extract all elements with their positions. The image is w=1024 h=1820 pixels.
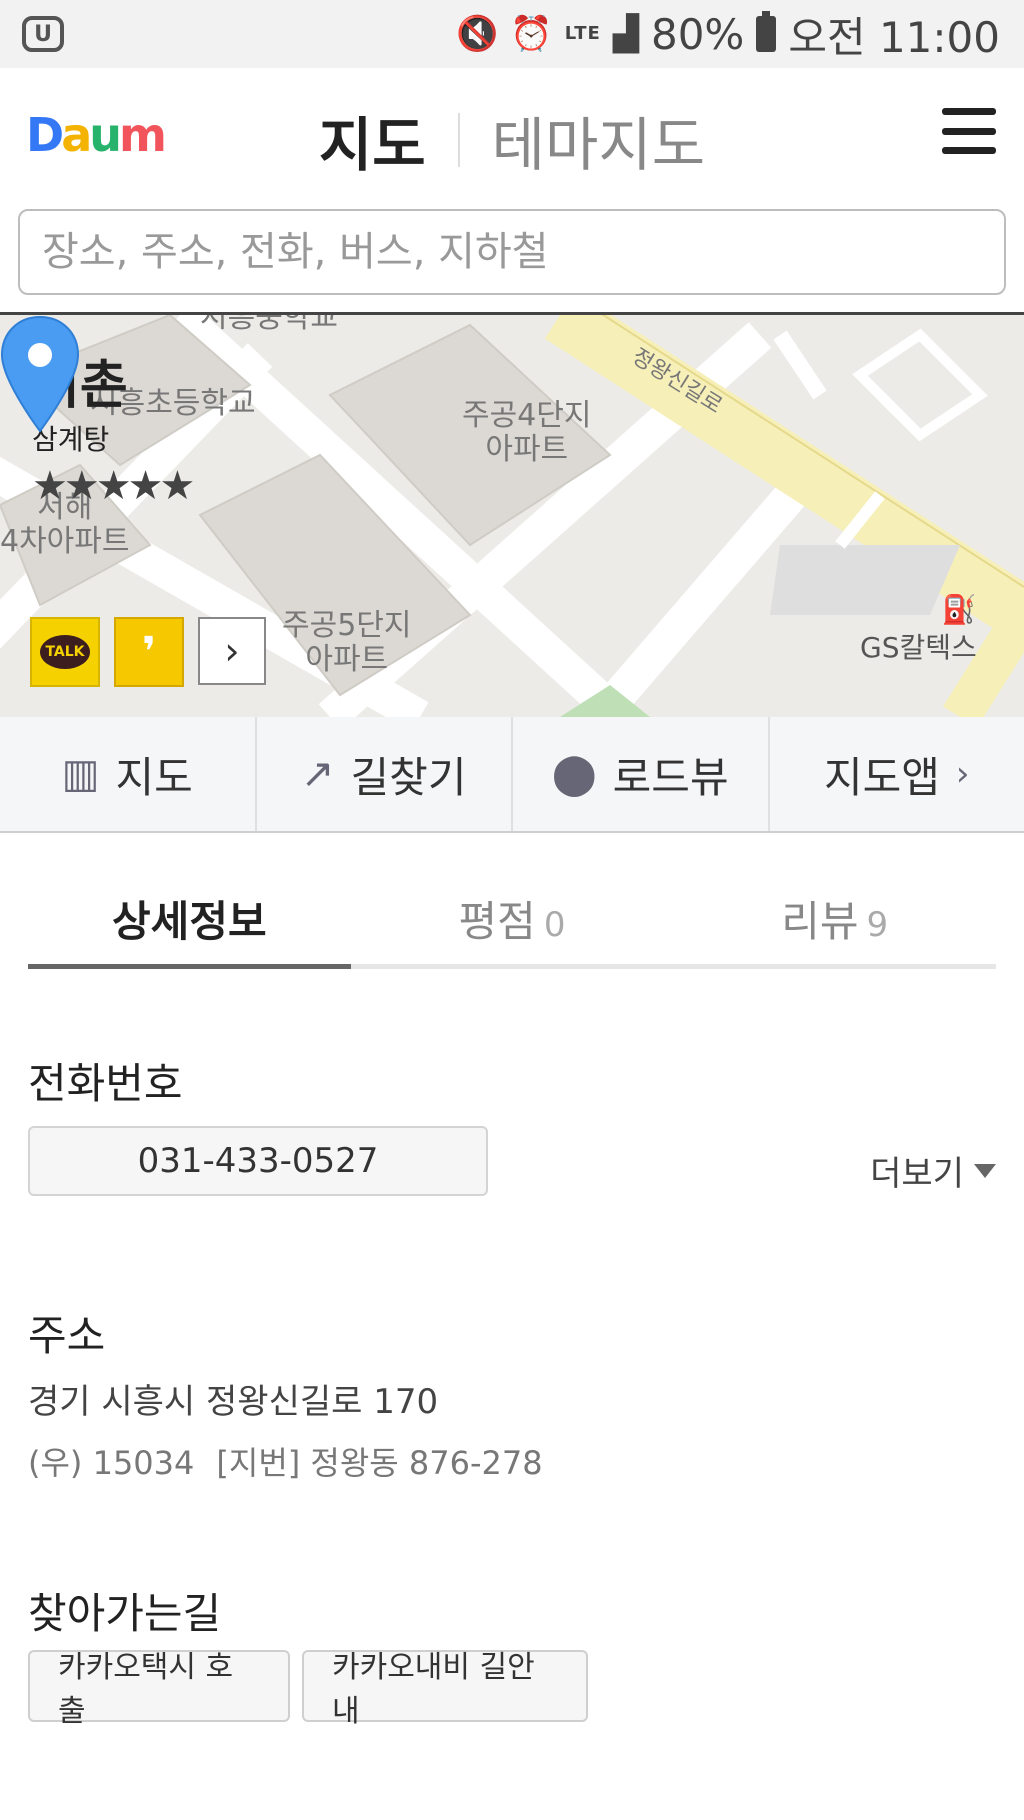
gas-station-label: ⛽ GS칼텍스 (860, 593, 977, 666)
phone-title: 전화번호 (28, 1059, 183, 1108)
battery-icon (756, 11, 777, 52)
kakao-taxi-button[interactable]: 카카오택시 호출 (28, 1650, 290, 1729)
search-box (18, 209, 1006, 295)
share-more-button[interactable]: › (198, 617, 266, 685)
tab-rating[interactable]: 평점 0 (351, 880, 674, 964)
gas-station-icon: ⛽ (941, 593, 977, 626)
action-bar: ▥ 지도 ↗ 길찾기 ⬤ 로드뷰 지도앱 › (0, 717, 1024, 833)
tab-theme-map[interactable]: 테마지도 (492, 98, 705, 182)
kakao-navi-button[interactable]: 카카오내비 길안내 (302, 1650, 588, 1729)
action-map-app-label: 지도앱 (823, 752, 940, 802)
action-map[interactable]: ▥ 지도 (0, 717, 257, 831)
map-label-jugong5-apt: 아파트 (305, 642, 389, 677)
kakaostory-icon: ❜ (142, 629, 156, 675)
location-pin-icon (0, 315, 80, 433)
postal-lot-address: (우) 15034 [지번] 정왕동 876-278 (28, 1438, 565, 1484)
kakaotalk-share-button[interactable]: TALK (30, 617, 100, 687)
chevron-right-icon: › (955, 754, 970, 794)
chevron-right-icon: › (224, 629, 240, 673)
map-label-jugong5: 주공5단지 아파트 (282, 609, 412, 677)
tab-detail-info[interactable]: 상세정보 (28, 880, 351, 969)
status-bar: U 🔇 ⏰ LTE ▟ 80% 오전 11:00 (0, 0, 1024, 68)
share-buttons: TALK ❜ › (30, 617, 266, 687)
app-notification-icon: U (22, 16, 64, 52)
lot-address: [지번] 정왕동 876-278 (216, 1444, 543, 1482)
more-label: 더보기 (870, 1154, 964, 1194)
action-roadview-label: 로드뷰 (612, 752, 729, 802)
more-button[interactable]: 더보기 (870, 1146, 996, 1195)
tab-review[interactable]: 리뷰 9 (673, 880, 996, 964)
nav-tabs: 지도 테마지도 (0, 98, 1024, 182)
action-roadview[interactable]: ⬤ 로드뷰 (513, 717, 770, 831)
tab-map[interactable]: 지도 (319, 98, 426, 182)
map-label-4th-apt: 4차아파트 (0, 524, 130, 559)
detail-tabs: 상세정보 평점 0 리뷰 9 (28, 880, 996, 969)
tab-rating-label: 평점 (458, 897, 536, 946)
signal-icon: ▟ (612, 14, 639, 54)
address-title: 주소 (28, 1311, 106, 1360)
roadview-icon: ⬤ (551, 751, 597, 797)
lte-icon: LTE (564, 23, 601, 44)
action-map-app[interactable]: 지도앱 › (770, 717, 1024, 831)
caret-down-icon (974, 1163, 996, 1178)
hamburger-menu-icon[interactable] (942, 108, 996, 154)
road-address: 경기 시흥시 정왕신길로 170 (28, 1382, 439, 1422)
search-input[interactable] (20, 211, 1004, 293)
action-directions[interactable]: ↗ 길찾기 (257, 717, 513, 831)
map-label-jugong4-apt: 아파트 (485, 432, 569, 467)
battery-percent: 80% (650, 9, 745, 59)
map-label-jugong5-name: 주공5단지 (282, 608, 412, 643)
kakaostory-share-button[interactable]: ❜ (114, 617, 184, 687)
map-label-school-top: 시흥중학교 (200, 315, 338, 335)
header: Daum 지도 테마지도 (0, 68, 1024, 202)
tab-divider (457, 113, 460, 167)
action-map-label: 지도 (115, 752, 193, 802)
alarm-icon: ⏰ (510, 14, 553, 54)
action-directions-label: 길찾기 (350, 752, 467, 802)
postal-code: (우) 15034 (28, 1444, 195, 1482)
gas-station-name: GS칼텍스 (860, 631, 977, 664)
tab-review-label: 리뷰 (781, 897, 859, 946)
route-icon: ↗ (301, 751, 335, 797)
clock: 오전 11:00 (788, 12, 1000, 62)
map-label-jugong4: 주공4단지 아파트 (462, 399, 592, 467)
map-view[interactable]: 시흥중학교 시흥초등학교 서해 4차아파트 주공4단지 아파트 주공5단지 아파트 정… (0, 315, 1024, 717)
tab-detail-info-label: 상세정보 (112, 897, 267, 946)
map-label-jugong4-name: 주공4단지 (462, 398, 592, 433)
tab-review-count: 9 (866, 905, 889, 945)
kakaotalk-icon: TALK (40, 635, 90, 669)
mute-icon: 🔇 (456, 14, 499, 54)
directions-title: 찾아가는길 (28, 1589, 222, 1638)
tab-rating-count: 0 (543, 905, 566, 945)
phone-number-button[interactable]: 031-433-0527 (28, 1126, 488, 1196)
map-icon: ▥ (61, 751, 100, 797)
rating-stars: ★★★★★ (32, 463, 195, 509)
